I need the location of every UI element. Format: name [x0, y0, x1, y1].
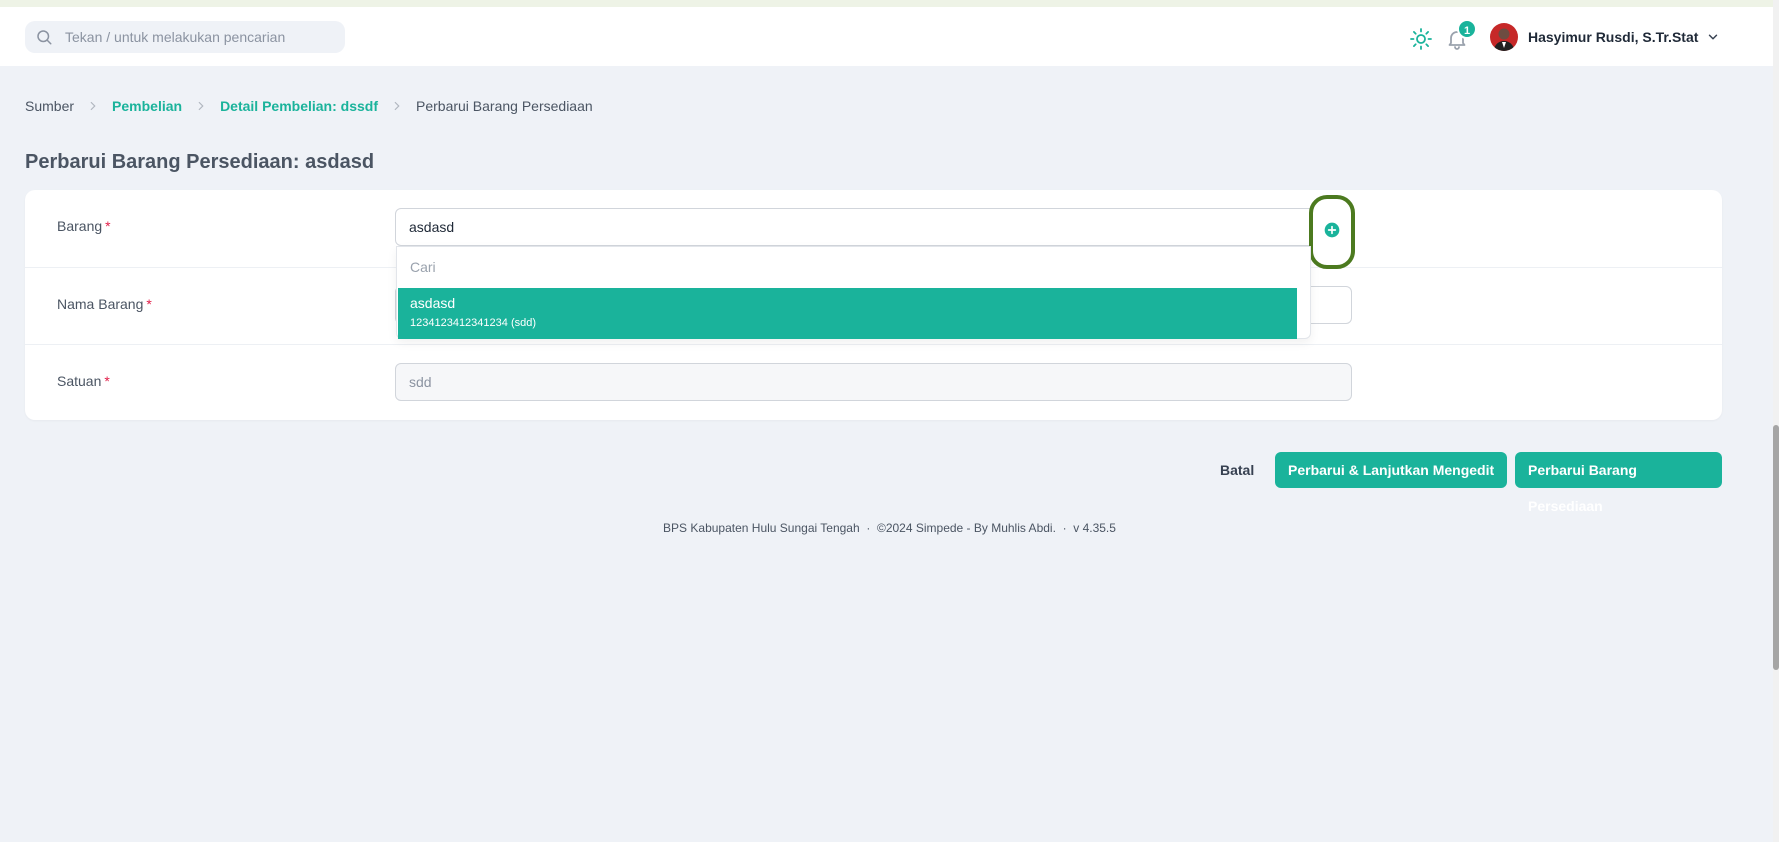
- global-search[interactable]: [25, 21, 345, 53]
- page-title: Perbarui Barang Persediaan: asdasd: [25, 151, 375, 173]
- user-name: Hasyimur Rusdi, S.Tr.Stat: [1528, 29, 1699, 45]
- form-row-satuan: Satuan * sdd: [25, 344, 1722, 420]
- chevron-right-icon: [198, 101, 204, 111]
- option-subtitle: 1234123412341234 (sdd): [410, 317, 537, 329]
- user-menu[interactable]: Hasyimur Rusdi, S.Tr.Stat: [1490, 22, 1720, 52]
- chevron-down-icon: [1709, 34, 1718, 40]
- field-label-satuan: Satuan *: [57, 373, 110, 389]
- breadcrumb-item-pembelian[interactable]: Pembelian: [112, 98, 182, 114]
- scrollbar[interactable]: [1773, 0, 1779, 842]
- sun-icon[interactable]: [1409, 27, 1433, 51]
- field-label-nama-barang: Nama Barang *: [57, 296, 152, 312]
- chevron-right-icon: [90, 101, 96, 111]
- option-title: asdasd: [410, 295, 456, 311]
- footer: BPS Kabupaten Hulu Sungai Tengah · ©2024…: [663, 521, 1116, 535]
- breadcrumb-item-sumber: Sumber: [25, 98, 75, 114]
- chevron-right-icon: [394, 101, 400, 111]
- barang-select[interactable]: asdasd: [395, 208, 1352, 246]
- notification-badge: 1: [1457, 19, 1477, 39]
- plus-circle-icon: [1324, 222, 1340, 238]
- top-progress-line: [0, 0, 1779, 7]
- breadcrumb: Sumber Pembelian Detail Pembelian: dssdf…: [25, 98, 593, 114]
- update-continue-button[interactable]: Perbarui & Lanjutkan Mengedit: [1275, 452, 1508, 488]
- dropdown-search-input[interactable]: [410, 256, 1290, 278]
- scrollbar-thumb[interactable]: [1773, 425, 1779, 670]
- breadcrumb-item-current: Perbarui Barang Persediaan: [416, 98, 593, 114]
- avatar: [1490, 23, 1518, 51]
- satuan-input[interactable]: sdd: [395, 363, 1352, 401]
- barang-dropdown: asdasd 1234123412341234 (sdd): [396, 246, 1311, 339]
- field-label-barang: Barang *: [57, 218, 111, 234]
- breadcrumb-item-detail-pembelian[interactable]: Detail Pembelian: dssdf: [220, 98, 378, 114]
- satuan-value: sdd: [409, 374, 432, 390]
- top-navbar: 1 Hasyimur Rusdi, S.Tr.Stat: [0, 7, 1775, 66]
- barang-selected-value: asdasd: [409, 219, 455, 235]
- cancel-button[interactable]: Batal: [1210, 452, 1264, 488]
- dropdown-option[interactable]: asdasd 1234123412341234 (sdd): [398, 288, 1297, 339]
- update-button[interactable]: Perbarui Barang Persediaan: [1515, 452, 1722, 514]
- add-barang-button[interactable]: [1309, 195, 1355, 269]
- form-actions: Batal Perbarui & Lanjutkan Mengedit Perb…: [0, 452, 1722, 514]
- search-input[interactable]: [65, 26, 335, 48]
- search-icon: [37, 30, 52, 45]
